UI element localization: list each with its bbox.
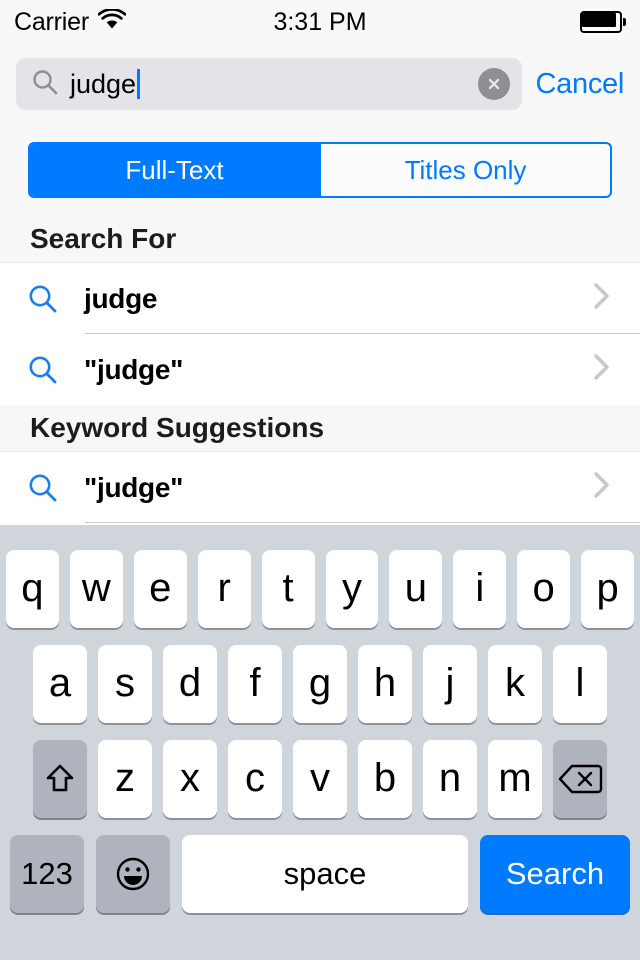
key-m[interactable]: m	[488, 739, 542, 818]
segmented-control: Full-Text Titles Only	[28, 142, 612, 198]
status-bar-left: Carrier	[14, 7, 127, 37]
key-n[interactable]: n	[423, 739, 477, 818]
chevron-right-icon	[592, 469, 618, 506]
key-k[interactable]: k	[488, 644, 542, 723]
space-key[interactable]: space	[182, 834, 468, 913]
search-scope-bar: Full-Text Titles Only	[0, 124, 640, 216]
key-t[interactable]: t	[261, 549, 315, 628]
chevron-right-icon	[592, 280, 618, 317]
key-w[interactable]: w	[69, 549, 123, 628]
key-j[interactable]: j	[423, 644, 477, 723]
search-input-textwrap: judge	[70, 69, 468, 99]
key-c[interactable]: c	[228, 739, 282, 818]
search-icon	[30, 67, 60, 102]
key-z[interactable]: z	[98, 739, 152, 818]
numbers-key[interactable]: 123	[10, 834, 84, 913]
search-icon	[26, 471, 70, 505]
row-separator	[85, 522, 640, 523]
key-s[interactable]: s	[98, 644, 152, 723]
emoji-smiley-icon[interactable]	[96, 834, 170, 913]
list-item-label: "judge"	[84, 353, 184, 385]
key-i[interactable]: i	[453, 549, 507, 628]
segment-full-text[interactable]: Full-Text	[30, 144, 319, 196]
keyboard-row-3: z x c v b n m	[0, 731, 640, 826]
clear-circle-icon[interactable]	[477, 68, 510, 100]
key-x[interactable]: x	[163, 739, 217, 818]
section-header-keyword-suggestions: Keyword Suggestions	[0, 405, 640, 452]
cancel-button[interactable]: Cancel	[532, 68, 625, 101]
key-b[interactable]: b	[358, 739, 412, 818]
keyboard-row-4: 123 space Search	[0, 826, 640, 921]
list-item[interactable]: judge	[0, 263, 640, 334]
segment-titles-only[interactable]: Titles Only	[319, 144, 610, 196]
section-header-search-for: Search For	[0, 216, 640, 263]
shift-icon[interactable]	[33, 739, 87, 818]
list-item[interactable]: "judge"	[0, 452, 640, 523]
screen: Carrier 3:31 PM judge Cancel Full-Text T…	[0, 0, 640, 960]
status-bar-right	[580, 11, 626, 33]
key-d[interactable]: d	[163, 644, 217, 723]
search-bar: judge Cancel	[0, 44, 640, 124]
onscreen-keyboard: q w e r t y u i o p a s d f g h j k l z …	[0, 525, 640, 960]
status-bar: Carrier 3:31 PM	[0, 0, 640, 44]
text-cursor	[137, 69, 141, 99]
wifi-icon	[97, 8, 127, 35]
key-u[interactable]: u	[389, 549, 443, 628]
search-return-key[interactable]: Search	[480, 834, 630, 913]
key-a[interactable]: a	[33, 644, 87, 723]
key-o[interactable]: o	[517, 549, 571, 628]
search-results-list[interactable]: Search For judge "judge" Keyword Suggest…	[0, 216, 640, 525]
search-icon	[26, 282, 70, 316]
list-item[interactable]: "judge"	[0, 334, 640, 405]
backspace-icon[interactable]	[553, 739, 607, 818]
key-y[interactable]: y	[325, 549, 379, 628]
key-e[interactable]: e	[133, 549, 187, 628]
keyboard-row-1: q w e r t y u i o p	[0, 541, 640, 636]
carrier-label: Carrier	[14, 7, 89, 36]
battery-full-icon	[580, 11, 626, 33]
keyboard-row-2: a s d f g h j k l	[0, 636, 640, 731]
chevron-right-icon	[592, 351, 618, 388]
list-item-label: "judge"	[84, 471, 184, 503]
search-input[interactable]: judge	[16, 58, 522, 110]
key-r[interactable]: r	[197, 549, 251, 628]
key-f[interactable]: f	[228, 644, 282, 723]
key-q[interactable]: q	[5, 549, 59, 628]
key-g[interactable]: g	[293, 644, 347, 723]
key-v[interactable]: v	[293, 739, 347, 818]
key-h[interactable]: h	[358, 644, 412, 723]
search-input-value: judge	[70, 68, 137, 99]
key-l[interactable]: l	[553, 644, 607, 723]
key-p[interactable]: p	[581, 549, 635, 628]
list-item-label: judge	[84, 282, 158, 314]
search-icon	[26, 353, 70, 387]
